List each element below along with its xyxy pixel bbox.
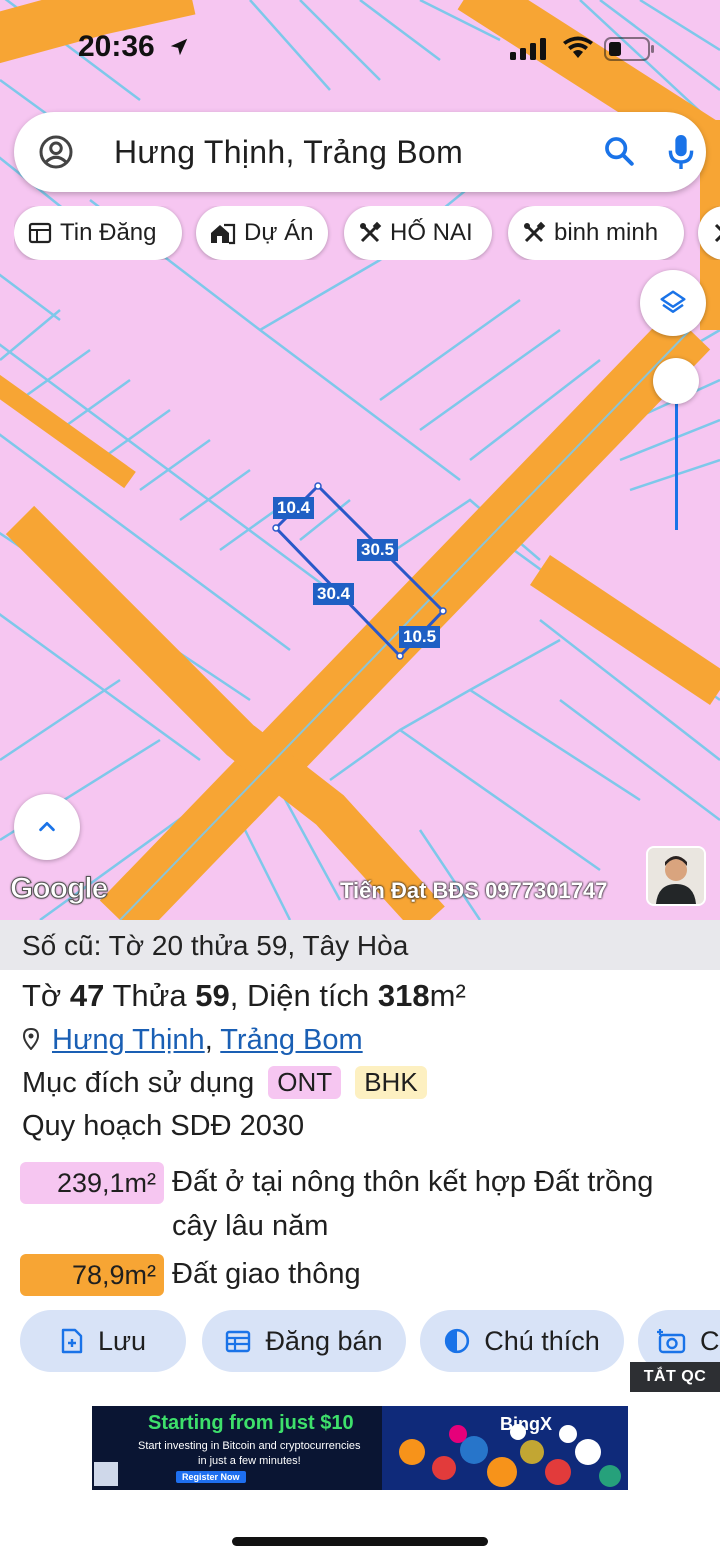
chip-label: Dự Án [244, 219, 314, 246]
search-icon[interactable] [602, 134, 636, 168]
post-sale-button-label: Đăng bán [265, 1325, 383, 1356]
save-button[interactable]: Lưu [20, 1310, 186, 1372]
home-indicator[interactable] [232, 1537, 488, 1546]
ad-headline: Starting from just $10 [148, 1412, 354, 1434]
house-icon [211, 223, 236, 245]
action-buttons: Lưu Đăng bán Chú thích C [0, 1310, 720, 1374]
ad-subtext-2: in just a few minutes! [198, 1455, 301, 1467]
post-sale-button[interactable]: Đăng bán [202, 1310, 406, 1372]
chip-binh-minh[interactable]: binh minh [508, 206, 684, 260]
legend-button-label: Chú thích [484, 1325, 600, 1356]
commune-link[interactable]: Hưng Thịnh [52, 1024, 205, 1056]
contrast-icon [445, 1328, 470, 1354]
chip-label: binh minh [554, 219, 659, 246]
dimension-label: 30.4 [313, 583, 355, 605]
account-icon[interactable] [38, 134, 74, 170]
add-file-icon [61, 1328, 83, 1354]
tools-icon [714, 223, 720, 243]
plan-desc-residential-cont: cây lâu năm [172, 1210, 329, 1242]
plan-area-traffic: 78,9m² [20, 1254, 164, 1296]
tools-icon [524, 221, 546, 243]
google-attribution: Google [9, 872, 108, 906]
save-button-label: Lưu [97, 1325, 147, 1356]
newspaper-icon [28, 222, 52, 244]
calendar-icon [226, 1330, 251, 1353]
tools-icon [360, 221, 382, 243]
ad-register-button[interactable]: Register Now [176, 1471, 246, 1483]
ad-banner[interactable]: Starting from just $10 Start investing i… [92, 1406, 628, 1490]
purpose-tag-bhk: BHK [355, 1066, 427, 1099]
ad-subtext-1: Start investing in Bitcoin and cryptocur… [138, 1440, 361, 1452]
opacity-slider-track[interactable] [675, 400, 678, 530]
sheet-number: 47 [69, 978, 105, 1013]
close-ads-button[interactable]: TẮT QC [630, 1362, 720, 1392]
status-bar: 20:36 [0, 0, 720, 100]
camera-button-label: C [700, 1325, 720, 1356]
district-link[interactable]: Trảng Bom [220, 1024, 362, 1056]
layers-button[interactable] [640, 270, 706, 336]
chip-du-an[interactable]: Dự Án [196, 206, 328, 260]
layers-icon [660, 290, 686, 313]
battery-icon [604, 37, 654, 61]
old-parcel-number: Số cũ: Tờ 20 thửa 59, Tây Hòa [22, 930, 409, 961]
dimension-label: 10.4 [273, 497, 315, 519]
land-use-purpose: Mục đích sử dụng ONT BHK [22, 1066, 427, 1100]
dimension-label: 30.5 [357, 539, 399, 561]
search-input[interactable]: Hưng Thịnh, Trảng Bom [114, 134, 463, 171]
camera-icon [657, 1329, 686, 1354]
plan-area-residential: 239,1m² [20, 1162, 164, 1204]
purpose-tag-ont: ONT [268, 1066, 342, 1099]
avatar [646, 846, 706, 906]
cellular-signal-icon [510, 38, 546, 60]
parcel-title: Tờ 47 Thửa 59, Diện tích 318m² [22, 978, 466, 1013]
plan-desc-residential: Đất ở tại nông thôn kết hợp Đất trồng [172, 1166, 654, 1198]
legend-button[interactable]: Chú thích [420, 1310, 624, 1372]
location-pin-icon [22, 1027, 40, 1051]
dimension-label: 10.5 [399, 626, 441, 648]
ad-choices-icon[interactable] [94, 1462, 118, 1486]
lot-number: 59 [195, 978, 230, 1013]
location-arrow-icon [170, 38, 188, 56]
chip-label: HỐ NAI [390, 219, 473, 246]
search-bar[interactable]: Hưng Thịnh, Trảng Bom [14, 112, 706, 192]
ad-brand: BingX [500, 1414, 552, 1434]
old-parcel-number-bar: Số cũ: Tờ 20 thửa 59, Tây Hòa [0, 920, 720, 970]
expand-panel-button[interactable] [14, 794, 80, 860]
status-time: 20:36 [78, 30, 155, 63]
plan-heading: Quy hoạch SDĐ 2030 [22, 1110, 305, 1142]
filter-chips: Tin Đăng Dự Án HỐ NAI binh minh [14, 206, 720, 260]
plan-desc-traffic: Đất giao thông [172, 1258, 361, 1290]
wifi-icon [563, 36, 593, 58]
chevron-up-icon [39, 821, 55, 832]
microphone-icon[interactable] [664, 132, 698, 172]
parcel-info-panel: Tờ 47 Thửa 59, Diện tích 318m² Hưng Thịn… [0, 970, 720, 1560]
opacity-slider-knob[interactable] [653, 358, 699, 404]
chip-ho-nai[interactable]: HỐ NAI [344, 206, 492, 260]
chip-label: Tin Đăng [60, 219, 157, 246]
parcel-area: 318 [377, 978, 430, 1013]
chip-tin-dang[interactable]: Tin Đăng [14, 206, 182, 260]
chip-more[interactable] [698, 206, 720, 260]
watermark-text: Tiến Đạt BĐS 0977301747 [340, 878, 608, 903]
parcel-location: Hưng Thịnh, Trảng Bom [22, 1024, 363, 1058]
